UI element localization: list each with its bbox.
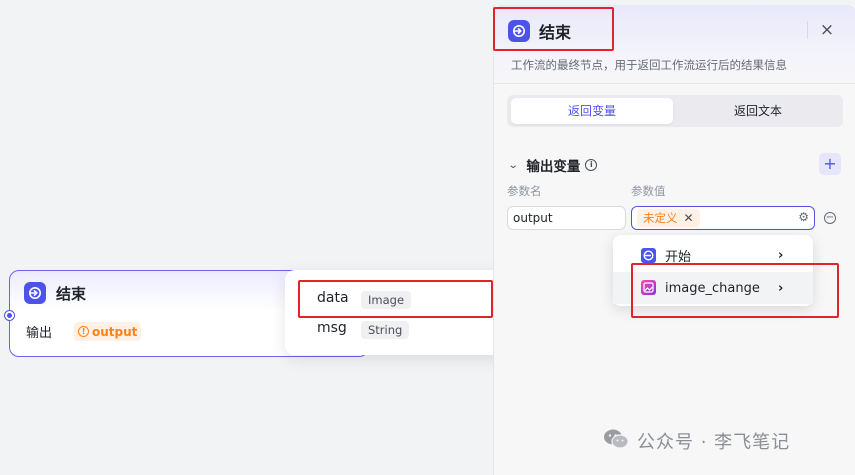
panel-description: 工作流的最终节点，用于返回工作流运行后的结果信息 [511,58,787,72]
panel-header: 结束 [508,19,571,43]
remove-row-icon[interactable]: − [824,212,836,224]
output-variables-title: 输出变量 [526,159,581,175]
image-plugin-icon [641,280,656,295]
variable-name: msg [317,320,347,336]
header-divider [807,21,808,39]
output-variables-header[interactable]: ⌄ 输出变量 i [507,155,598,175]
wechat-icon [603,428,629,454]
close-icon[interactable]: × [817,20,837,40]
output-warning-tag[interactable]: ! output [74,322,142,341]
tab-return-variables[interactable]: 返回变量 [511,98,673,124]
info-icon[interactable]: i [585,159,598,171]
undefined-value-text: 未定义 [643,211,678,225]
add-variable-button[interactable]: + [819,153,841,175]
variable-item-data[interactable]: data Image [317,290,412,309]
panel-title: 结束 [539,23,572,42]
return-mode-tabs: 返回变量 返回文本 [507,95,843,127]
end-node-output-label: 输出 [26,326,53,341]
undefined-value-tag: 未定义 ✕ [637,209,700,227]
end-node-icon [508,20,530,42]
end-node-title: 结束 [56,284,87,303]
dropdown-item-label: image_change [665,280,760,296]
clear-icon[interactable]: ✕ [684,209,694,227]
tab-return-text[interactable]: 返回文本 [677,98,839,124]
settings-gear-icon[interactable]: ⚙ [798,210,809,224]
variable-item-msg[interactable]: msg String [317,320,410,339]
chevron-down-icon: ⌄ [507,159,519,171]
output-warning-text: output [92,324,138,339]
dropdown-item-start[interactable]: 开始 › [613,239,813,271]
end-node-header: 结束 [24,282,86,304]
variable-type-tag: Image [361,291,412,309]
node-select-dropdown: 开始 › image_change › [613,235,813,306]
variable-type-tag: String [361,321,410,339]
node-input-port[interactable] [5,311,14,320]
param-value-select[interactable]: 未定义 ✕ ⚙ [631,206,815,230]
watermark: 公众号 · 李飞笔记 [603,428,790,454]
warning-icon: ! [78,326,90,337]
start-icon [641,248,656,263]
panel-divider [494,83,855,84]
column-label-name: 参数名 [507,184,542,198]
chevron-right-icon: › [778,247,784,263]
chevron-right-icon: › [778,280,784,296]
dropdown-item-label: 开始 [665,249,692,265]
end-node-icon [24,282,46,304]
variable-name: data [317,290,349,306]
watermark-text: 公众号 · 李飞笔记 [637,432,791,453]
end-node-output-row: 输出 ! output [26,322,142,341]
column-label-value: 参数值 [631,184,666,198]
param-name-input[interactable]: output [507,206,626,230]
dropdown-item-image-change[interactable]: image_change › [613,272,813,304]
